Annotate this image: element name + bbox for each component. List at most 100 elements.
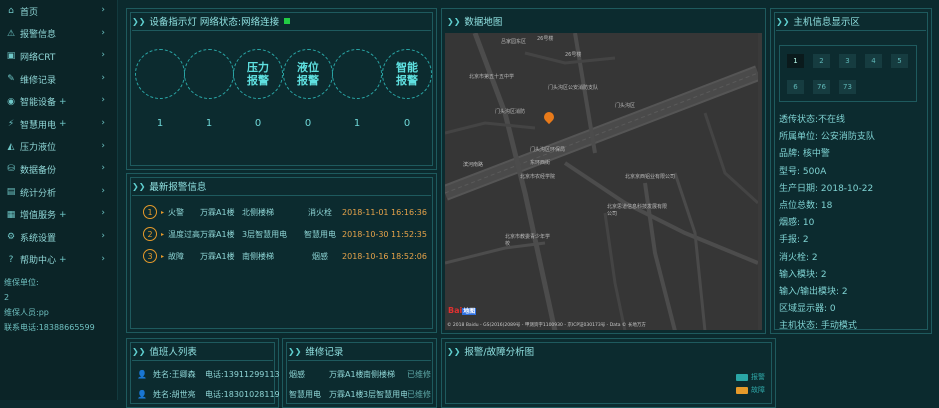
map-panel: ❯❯ 数据地图 吕家园东区 26号楼 26号楼 北京市第五十五中学 门头沟区公安…	[441, 8, 766, 334]
sidebar-item[interactable]: ▤ 统计分析 ›	[0, 181, 117, 204]
nav-icon: ▦	[6, 209, 16, 220]
legend-alarm[interactable]: 报警	[736, 372, 765, 382]
sidebar-item[interactable]: ◉ 智能设备 + ›	[0, 90, 117, 113]
sidebar-item[interactable]: ⚙ 系统设置 ›	[0, 226, 117, 249]
alarm-row[interactable]: 1 ▸ 火警 万霖A1楼 北侧楼梯 消火栓 2018-11-01 16:16:36	[143, 202, 427, 222]
nav-icon: ⌂	[8, 6, 14, 17]
sidebar-item[interactable]: ⚡ 智慧用电 + ›	[0, 113, 117, 136]
sidebar-item[interactable]: ✎ 维修记录 ›	[0, 68, 117, 91]
map-view[interactable]: 吕家园东区 26号楼 26号楼 北京市第五十五中学 门头沟区公安消防支队 门头沟…	[445, 33, 762, 330]
nav-icon: ⛁	[7, 164, 15, 175]
host-cell[interactable]: 73	[839, 80, 856, 94]
maint-unit-label: 维保单位:	[4, 278, 39, 288]
indicator-value: 0	[254, 118, 262, 129]
indicator-value: 1	[205, 118, 213, 129]
sidebar-nav: ⌂ 首页 › ⚠ 报警信息 › ▣ 网络CRT › ✎ 维修记录 › ◉ 智能设备 + › ⚡ 智慧用电 + › ◭ 压力…	[0, 0, 117, 271]
indicator-circle[interactable]: 液位 报警	[283, 49, 333, 99]
plus-icon: +	[59, 209, 67, 220]
chevron-icon: ❯❯	[132, 181, 146, 191]
repair-location: 3层智慧用电	[363, 390, 407, 399]
chevron-icon: ❯❯	[288, 346, 302, 356]
sidebar: ⌂ 首页 › ⚠ 报警信息 › ▣ 网络CRT › ✎ 维修记录 › ◉ 智能设备 + › ⚡ 智慧用电 + › ◭ 压力…	[0, 0, 118, 400]
alarm-type: 温度过高	[168, 229, 201, 239]
host-info-line: 手报: 2	[779, 235, 809, 246]
legend-fault[interactable]: 故障	[736, 385, 765, 395]
host-info-line: 点位总数: 18	[779, 201, 833, 211]
nav-label: 统计分析	[20, 188, 57, 199]
analysis-title-text: 报警/故障分析图	[464, 347, 535, 358]
alarm-building: 万霖A1楼	[200, 229, 235, 239]
analysis-panel: ❯❯ 报警/故障分析图 报警 故障	[441, 338, 776, 408]
map-label: 北京市教委青少年学校	[505, 234, 551, 247]
host-cell[interactable]: 5	[891, 54, 908, 68]
repair-panel: ❯❯ 维修记录 烟感 万霖A1楼 南侧楼梯 已维修 智慧用电 万霖A1楼 3层智慧用电 已维修	[282, 338, 437, 408]
host-selector-grid: 1 2 3 4 5 6 76 73	[779, 45, 917, 102]
host-cell[interactable]: 3	[839, 54, 856, 68]
repair-row[interactable]: 烟感 万霖A1楼 南侧楼梯 已维修	[289, 369, 431, 380]
map-label: 26号楼	[565, 52, 582, 58]
indicator-circle[interactable]: 智能 报警	[382, 49, 432, 99]
repair-title-text: 维修记录	[305, 347, 344, 358]
chevron-right-icon: ›	[101, 95, 105, 106]
bullet-icon: ▸	[161, 208, 165, 216]
repair-device: 烟感	[289, 370, 305, 379]
duty-panel-title: ❯❯ 值班人列表	[132, 344, 197, 359]
maint-person: 维保人员:pp	[4, 308, 49, 318]
sidebar-item[interactable]: ⛁ 数据备份 ›	[0, 158, 117, 181]
alarm-row[interactable]: 3 ▸ 故障 万霖A1楼 南侧楼梯 烟感 2018-10-16 18:52:06	[143, 246, 427, 266]
map-label: 门头沟区消防	[495, 109, 526, 115]
sidebar-item[interactable]: ◭ 压力液位 ›	[0, 136, 117, 159]
sidebar-item[interactable]: ▣ 网络CRT ›	[0, 45, 117, 68]
host-cell[interactable]: 2	[813, 54, 830, 68]
alarm-index: 2	[143, 227, 157, 241]
alarm-time: 2018-10-30 11:52:35	[342, 229, 427, 239]
alarm-location: 南侧楼梯	[242, 251, 275, 261]
host-title-text: 主机信息显示区	[793, 17, 860, 28]
host-info-panel: ❯❯ 主机信息显示区 1 2 3 4 5 6 76 73 透传状态:不在线 所属单…	[770, 8, 932, 334]
nav-label: 系统设置	[20, 233, 57, 244]
repair-device: 智慧用电	[289, 390, 321, 399]
alarm-row[interactable]: 2 ▸ 温度过高 万霖A1楼 3层智慧用电 智慧用电 2018-10-30 11:52:35	[143, 224, 427, 244]
sidebar-item[interactable]: ⚠ 报警信息 ›	[0, 23, 117, 46]
alarm-building: 万霖A1楼	[200, 251, 235, 261]
host-cell[interactable]: 1	[787, 54, 804, 68]
alarm-type: 火警	[168, 207, 185, 217]
plus-icon: +	[59, 254, 67, 265]
repair-status: 已维修	[407, 370, 431, 379]
chevron-right-icon: ›	[101, 50, 105, 61]
chevron-right-icon: ›	[101, 253, 105, 264]
device-panel-title: ❯❯ 设备指示灯 网络状态:网络连接	[132, 14, 291, 28]
nav-label: 首页	[20, 7, 39, 18]
nav-label: 数据备份	[20, 165, 57, 176]
indicator-circle[interactable]: 压力 报警	[233, 49, 283, 99]
device-indicator-panel: ❯❯ 设备指示灯 网络状态:网络连接 1 1 压力 报警 0 液位 报警 0 1 智能 报警 0	[126, 8, 437, 170]
sidebar-item[interactable]: ? 帮助中心 + ›	[0, 249, 117, 272]
host-cell[interactable]: 6	[787, 80, 804, 94]
user-icon: 👤	[137, 390, 147, 399]
map-label: 北京市第五十五中学	[469, 74, 515, 80]
alarm-device: 烟感	[312, 251, 329, 261]
host-cell[interactable]: 4	[865, 54, 882, 68]
host-info-line: 主机状态: 手动模式	[779, 321, 857, 332]
plus-icon: +	[59, 119, 67, 130]
chevron-right-icon: ›	[101, 5, 105, 15]
host-cell[interactable]: 76	[813, 80, 830, 94]
alarm-title-text: 最新报警信息	[149, 182, 207, 193]
alarm-building: 万霖A1楼	[200, 207, 235, 217]
repair-row[interactable]: 智慧用电 万霖A1楼 3层智慧用电 已维修	[289, 389, 431, 400]
nav-label: 压力液位	[20, 143, 57, 154]
nav-label: 维修记录	[20, 75, 57, 86]
indicator-circle[interactable]	[184, 49, 234, 99]
duty-phone: 电话:13911299113	[204, 370, 280, 379]
plus-icon: +	[59, 96, 67, 107]
chevron-icon: ❯❯	[132, 346, 146, 356]
sidebar-item[interactable]: ⌂ 首页 ›	[0, 0, 117, 23]
chevron-right-icon: ›	[101, 163, 105, 174]
indicator-circle[interactable]	[332, 49, 382, 99]
map-label: 北京市农经学院	[520, 174, 556, 180]
indicator-circle[interactable]	[135, 49, 185, 99]
sidebar-item[interactable]: ▦ 增值服务 + ›	[0, 203, 117, 226]
nav-label: 报警信息	[20, 30, 57, 41]
indicator-value: 0	[403, 118, 411, 129]
nav-icon: ⚡	[7, 119, 15, 130]
